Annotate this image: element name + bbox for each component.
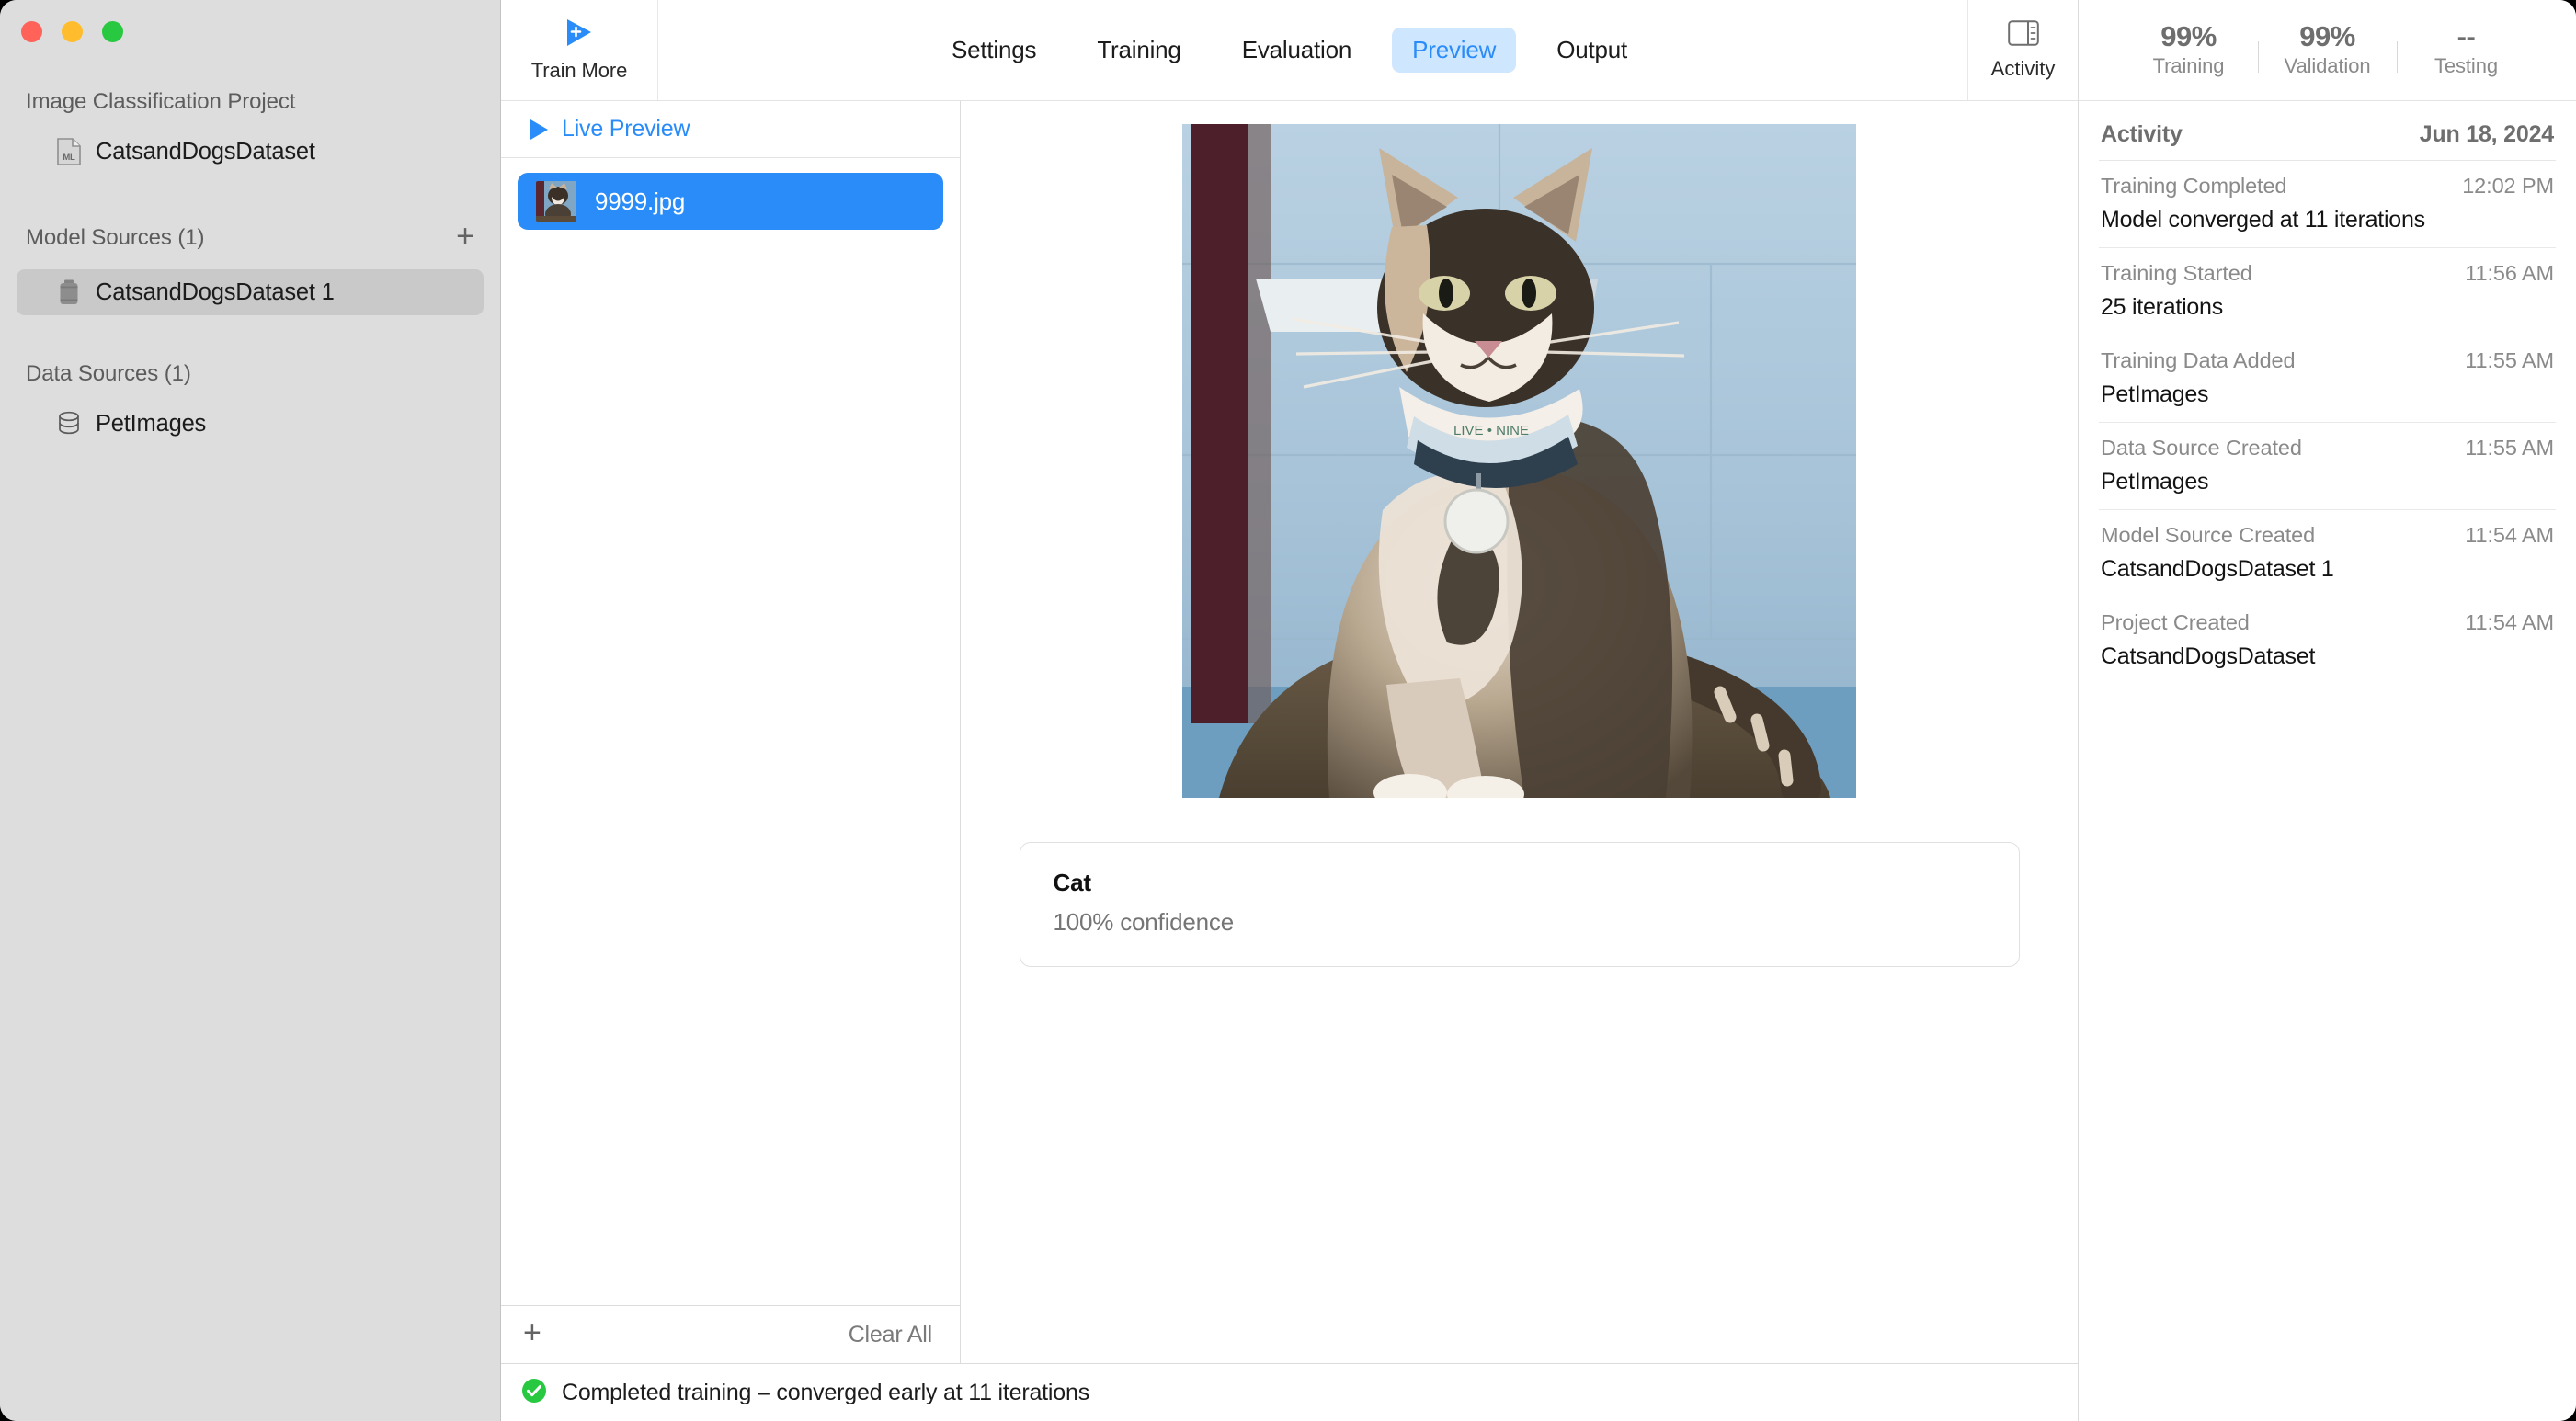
activity-panel: 99% Training 99% Validation -- Testing A… [2078, 0, 2576, 1421]
file-items-container: 9999.jpg [501, 158, 960, 1305]
tab-evaluation[interactable]: Evaluation [1222, 28, 1372, 73]
data-sources-header: Data Sources (1) [0, 361, 500, 387]
activity-date: Jun 18, 2024 [2419, 121, 2555, 147]
file-list-footer: + Clear All [501, 1305, 960, 1363]
add-file-button[interactable]: + [523, 1317, 541, 1353]
tab-preview[interactable]: Preview [1392, 28, 1517, 73]
tab-bar: Settings Training Evaluation Preview Out… [501, 28, 2078, 73]
sidebar-data-source-label: PetImages [96, 410, 207, 437]
activity-list-header: Activity Jun 18, 2024 [2099, 101, 2556, 161]
model-sources-header: Model Sources (1) + [0, 221, 500, 256]
data-sources-title: Data Sources (1) [26, 361, 191, 386]
live-preview-header[interactable]: Live Preview [501, 101, 960, 158]
activity-detail: Model converged at 11 iterations [2101, 207, 2425, 233]
activity-detail: 25 iterations [2101, 294, 2223, 320]
metric-validation-label: Validation [2284, 54, 2371, 78]
train-more-button[interactable]: Train More [501, 0, 657, 100]
activity-type: Training Completed [2101, 174, 2287, 198]
metric-testing-label: Testing [2434, 54, 2498, 78]
activity-detail: PetImages [2101, 381, 2209, 407]
metric-training-label: Training [2152, 54, 2225, 78]
activity-list: Activity Jun 18, 2024 Training Completed… [2079, 101, 2576, 1421]
prediction-confidence: 100% confidence [1053, 908, 1235, 936]
app-window: Image Classification Project ML CatsandD… [0, 0, 2576, 1421]
preview-image: LIVE • NINE [1182, 124, 1856, 798]
metric-training-value: 99% [2160, 19, 2217, 52]
file-thumbnail [536, 181, 576, 222]
activity-row[interactable]: Model Source Created 11:54 AM CatsandDog… [2099, 510, 2556, 597]
activity-time: 11:55 AM [2465, 348, 2554, 372]
sidebar-item-model-source[interactable]: CatsandDogsDataset 1 [17, 269, 484, 315]
activity-detail: PetImages [2101, 469, 2209, 495]
model-sources-title: Model Sources (1) [26, 225, 205, 250]
content-row: Live Preview 9999.jpg + Clear All LIVE •… [501, 101, 2078, 1363]
svg-text:LIVE • NINE: LIVE • NINE [1453, 423, 1529, 438]
status-bar: Completed training – converged early at … [501, 1363, 2078, 1421]
activity-time: 12:02 PM [2462, 174, 2554, 198]
activity-type: Project Created [2101, 610, 2250, 634]
close-button[interactable] [21, 21, 42, 42]
train-more-label: Train More [530, 59, 628, 82]
toolbar-divider [657, 0, 658, 100]
sidebar-item-data-source[interactable]: PetImages [17, 401, 484, 447]
activity-detail: CatsandDogsDataset 1 [2101, 556, 2334, 582]
svg-text:ML: ML [63, 153, 75, 163]
activity-type: Training Started [2101, 261, 2252, 285]
activity-time: 11:54 AM [2465, 610, 2554, 634]
metrics-bar: 99% Training 99% Validation -- Testing [2079, 0, 2576, 101]
project-section-title: Image Classification Project [26, 89, 296, 114]
prediction-label: Cat [1053, 869, 1091, 896]
sidebar: Image Classification Project ML CatsandD… [0, 0, 501, 1421]
window-controls [21, 21, 123, 42]
main-area: Train More Settings Training Evaluation … [501, 0, 2078, 1421]
sidebar-model-source-label: CatsandDogsDataset 1 [96, 279, 335, 305]
activity-row[interactable]: Training Started 11:56 AM 25 iterations [2099, 248, 2556, 335]
maximize-button[interactable] [102, 21, 123, 42]
activity-toggle-button[interactable]: Activity [1967, 0, 2078, 100]
metric-validation-value: 99% [2299, 19, 2355, 52]
activity-type: Data Source Created [2101, 436, 2302, 460]
activity-button-label: Activity [1990, 56, 2056, 80]
activity-row[interactable]: Data Source Created 11:55 AM PetImages [2099, 423, 2556, 510]
metric-testing-value: -- [2456, 19, 2476, 52]
check-circle-icon [521, 1378, 547, 1408]
tab-output[interactable]: Output [1536, 28, 1647, 73]
activity-time: 11:56 AM [2465, 261, 2554, 285]
metric-testing: -- Testing [2398, 19, 2536, 79]
minimize-button[interactable] [62, 21, 83, 42]
add-model-source-button[interactable]: + [456, 221, 474, 256]
prediction-card: Cat 100% confidence [1019, 842, 2020, 967]
preview-pane: LIVE • NINE Cat 100% confidence [961, 101, 2078, 1363]
status-message: Completed training – converged early at … [562, 1379, 1089, 1405]
activity-time: 11:55 AM [2465, 436, 2554, 460]
activity-title: Activity [2101, 121, 2183, 147]
live-preview-label: Live Preview [562, 116, 690, 142]
file-name-label: 9999.jpg [595, 187, 686, 215]
ml-document-icon: ML [55, 138, 83, 165]
sidebar-project-label: CatsandDogsDataset [96, 138, 315, 165]
sidebar-panel-icon [2007, 19, 2039, 51]
activity-row[interactable]: Training Data Added 11:55 AM PetImages [2099, 335, 2556, 423]
tab-settings[interactable]: Settings [931, 28, 1056, 73]
list-item[interactable]: 9999.jpg [518, 173, 943, 230]
model-canister-icon [55, 279, 83, 306]
activity-row[interactable]: Project Created 11:54 AM CatsandDogsData… [2099, 597, 2556, 684]
preview-file-list-panel: Live Preview 9999.jpg + Clear All [501, 101, 961, 1363]
activity-time: 11:54 AM [2465, 523, 2554, 547]
activity-type: Model Source Created [2101, 523, 2316, 547]
toolbar: Train More Settings Training Evaluation … [501, 0, 2078, 101]
sidebar-item-project[interactable]: ML CatsandDogsDataset [17, 129, 484, 175]
train-more-icon [562, 17, 597, 53]
metric-training: 99% Training [2120, 19, 2258, 79]
tab-training[interactable]: Training [1077, 28, 1201, 73]
activity-row[interactable]: Training Completed 12:02 PM Model conver… [2099, 161, 2556, 248]
clear-all-button[interactable]: Clear All [849, 1322, 932, 1348]
database-icon [55, 410, 83, 438]
activity-detail: CatsandDogsDataset [2101, 643, 2316, 669]
metric-validation: 99% Validation [2259, 19, 2397, 79]
activity-type: Training Data Added [2101, 348, 2296, 372]
play-icon [530, 119, 548, 140]
project-section-header: Image Classification Project [0, 89, 500, 115]
